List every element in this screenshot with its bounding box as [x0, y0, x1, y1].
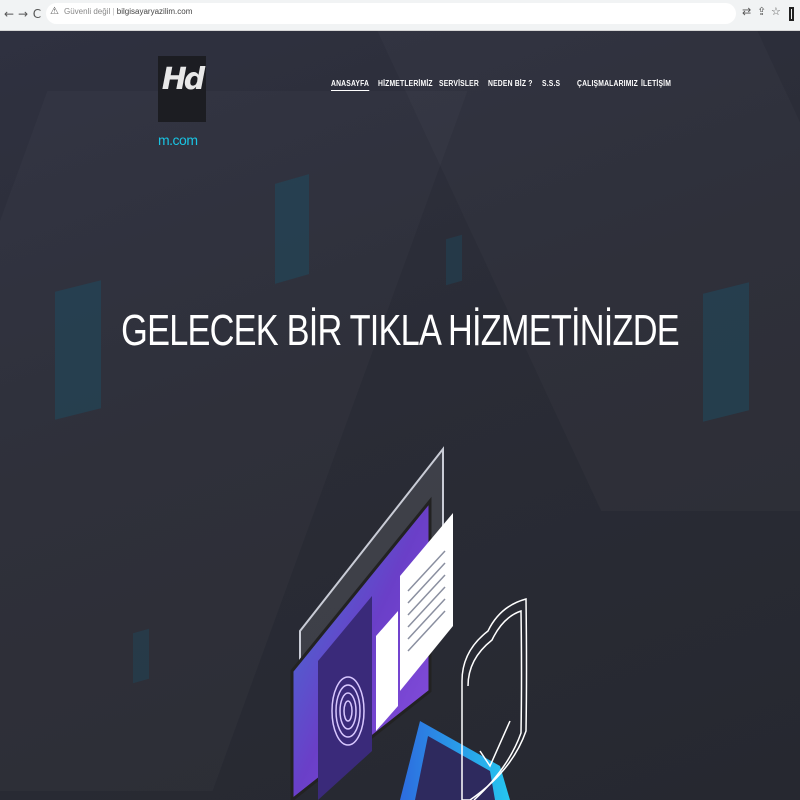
- address-bar[interactable]: ⚠ Güvenli değil | bilgisayaryazilim.com: [46, 3, 736, 24]
- laptop-security-illustration: [290, 446, 528, 800]
- window-icon[interactable]: [789, 7, 794, 21]
- url-text: bilgisayaryazilim.com: [116, 7, 193, 16]
- translate-icon[interactable]: ⇄: [742, 5, 751, 18]
- security-label: Güvenli değil: [64, 7, 111, 16]
- warning-icon[interactable]: ⚠: [50, 6, 59, 17]
- browser-toolbar: ← → C ⚠ Güvenli değil | bilgisayaryazili…: [0, 0, 800, 31]
- hero-section: Hd m.com ANASAYFA HİZMETLERİMİZ SERVİSLE…: [0, 31, 800, 800]
- star-icon[interactable]: ☆: [771, 5, 781, 18]
- back-icon[interactable]: ←: [2, 6, 16, 22]
- forward-icon[interactable]: →: [16, 6, 30, 22]
- share-icon[interactable]: ⇪: [757, 5, 766, 18]
- reload-icon[interactable]: C: [30, 6, 44, 22]
